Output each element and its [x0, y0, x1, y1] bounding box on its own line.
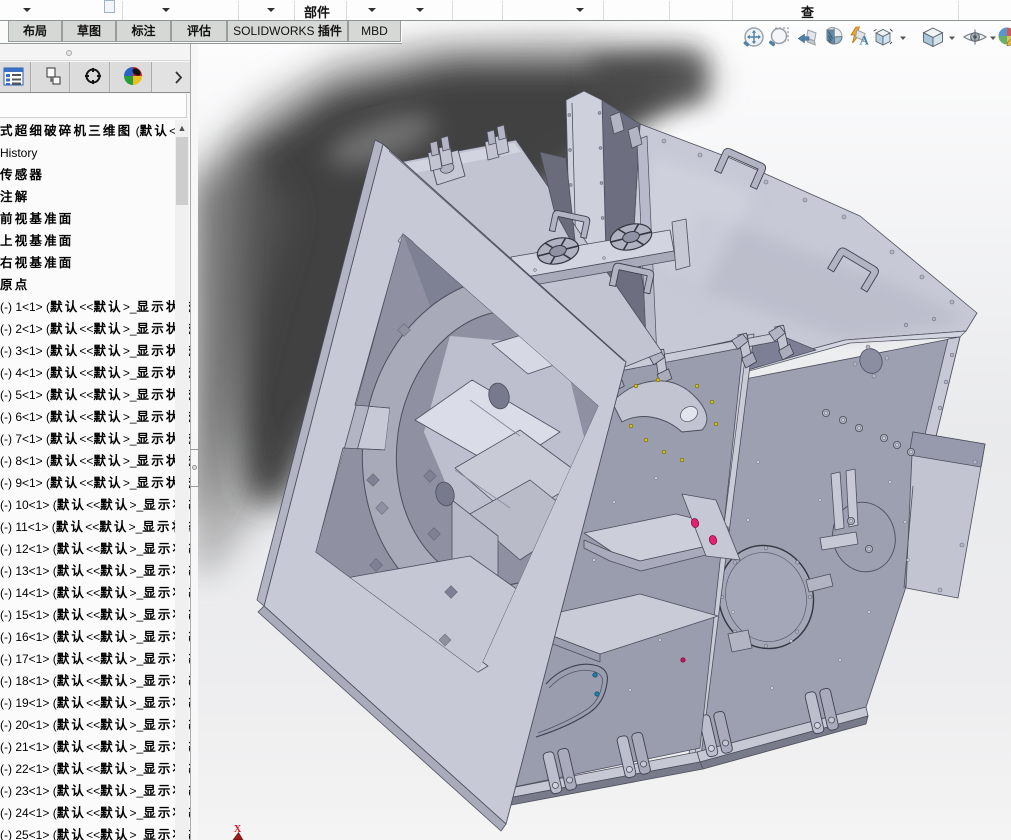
svg-text:A: A — [860, 33, 870, 48]
